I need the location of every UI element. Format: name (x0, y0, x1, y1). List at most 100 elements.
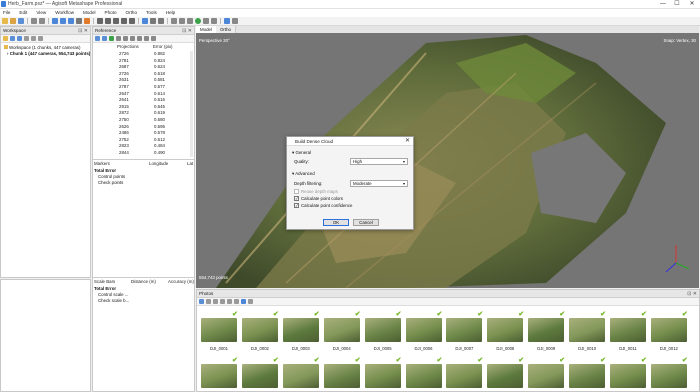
add-chunk-icon[interactable] (3, 36, 8, 41)
col-accuracy[interactable]: Accuracy (m) (168, 279, 194, 284)
mask-icon[interactable] (234, 299, 239, 304)
quality-select[interactable]: High ▾ (350, 158, 408, 165)
photo-thumbnail[interactable] (446, 364, 483, 388)
view-mode-icon[interactable] (241, 299, 246, 304)
menu-workflow[interactable]: Workflow (55, 9, 74, 17)
crop-icon[interactable] (105, 18, 111, 24)
select-icon[interactable] (52, 18, 58, 24)
col-error[interactable]: Error (pix) (153, 44, 173, 49)
add-folder-icon[interactable] (17, 36, 22, 41)
photo-thumbnail[interactable] (364, 318, 401, 342)
panel-close-icon[interactable]: ⊡ ✕ (687, 290, 697, 298)
photo-thumbnail[interactable] (405, 318, 442, 342)
zoom-in-icon[interactable] (113, 18, 119, 24)
close-button[interactable]: ✕ (685, 0, 699, 9)
view-estimated-icon[interactable] (137, 36, 142, 41)
photo-thumbnail[interactable] (364, 364, 401, 388)
view-details-icon[interactable] (248, 299, 253, 304)
navigation-icon[interactable] (76, 18, 82, 24)
add-photos-icon[interactable] (10, 36, 15, 41)
menu-view[interactable]: View (36, 9, 46, 17)
col-markers[interactable]: Markers (94, 161, 110, 166)
disable-icon[interactable] (38, 36, 43, 41)
undo-icon[interactable] (31, 18, 37, 24)
points-icon[interactable] (171, 18, 177, 24)
scrollbar[interactable] (190, 51, 193, 157)
photo-thumbnail[interactable] (528, 318, 565, 342)
remove-icon[interactable] (24, 36, 29, 41)
optimize-icon[interactable] (109, 36, 114, 41)
advanced-section[interactable]: ▾ Advanced (292, 171, 315, 177)
menu-edit[interactable]: Edit (19, 9, 27, 17)
export-icon[interactable] (102, 36, 107, 41)
reference-settings-icon[interactable] (151, 36, 156, 41)
view-errors-icon[interactable] (144, 36, 149, 41)
open-icon[interactable] (10, 18, 16, 24)
photo-thumbnail[interactable] (610, 318, 646, 342)
mesh-icon[interactable] (187, 18, 193, 24)
zoom-out-icon[interactable] (121, 18, 127, 24)
enable-icon[interactable] (31, 36, 36, 41)
photo-thumbnail[interactable] (323, 318, 360, 342)
update-icon[interactable] (116, 36, 121, 41)
photo-thumbnail[interactable] (241, 318, 278, 342)
photo-thumbnail[interactable] (487, 364, 524, 388)
photo-thumbnail[interactable] (282, 364, 319, 388)
minimize-button[interactable]: — (656, 0, 670, 9)
texture-icon[interactable] (195, 18, 201, 24)
cut-icon[interactable] (97, 18, 103, 24)
col-longitude[interactable]: Longitude (149, 161, 168, 166)
new-icon[interactable] (2, 18, 8, 24)
dialog-close-button[interactable]: ✕ (405, 137, 410, 146)
rotate-right-icon[interactable] (220, 299, 225, 304)
col-latitude[interactable]: Lat (187, 161, 193, 166)
import-icon[interactable] (95, 36, 100, 41)
menu-ortho[interactable]: Ortho (126, 9, 138, 17)
workspace-root[interactable]: Workspace (1 chunks, 447 cameras) (4, 45, 80, 50)
photo-thumbnail[interactable] (201, 318, 237, 342)
menu-file[interactable]: File (3, 9, 10, 17)
menu-tools[interactable]: Tools (146, 9, 157, 17)
menu-help[interactable]: Help (166, 9, 175, 17)
photo-thumbnail[interactable] (528, 364, 565, 388)
menu-photo[interactable]: Photo (105, 9, 117, 17)
tab-ortho[interactable]: Ortho (216, 26, 236, 33)
photo-thumbnail[interactable] (487, 318, 524, 342)
rect-select-icon[interactable] (60, 18, 66, 24)
general-section[interactable]: ▾ General (292, 150, 311, 156)
maximize-button[interactable]: ☐ (670, 0, 684, 9)
reset-filter-icon[interactable] (227, 299, 232, 304)
settings-icon[interactable] (232, 18, 238, 24)
view-source-icon[interactable] (130, 36, 135, 41)
panel-close-icon[interactable]: ⊡ ✕ (182, 27, 192, 35)
show-shapes-icon[interactable] (158, 18, 164, 24)
photo-thumbnail[interactable] (201, 364, 237, 388)
chunk-item[interactable]: › Chunk 1 (447 cameras, 554,743 points) (7, 51, 90, 56)
add-photo-icon[interactable] (199, 299, 204, 304)
circle-select-icon[interactable] (68, 18, 74, 24)
tiled-model-icon[interactable] (203, 18, 209, 24)
col-projections[interactable]: Projections (117, 44, 139, 49)
grid-icon[interactable] (224, 18, 230, 24)
photo-thumbnail[interactable] (405, 364, 442, 388)
photo-thumbnail[interactable] (650, 318, 687, 342)
rotate-left-icon[interactable] (213, 299, 218, 304)
photo-thumbnail[interactable] (446, 318, 483, 342)
depth-filtering-select[interactable]: Moderate ▾ (350, 180, 408, 187)
remove-photo-icon[interactable] (206, 299, 211, 304)
photo-thumbnail[interactable] (650, 364, 687, 388)
ruler-icon[interactable] (84, 18, 90, 24)
convert-icon[interactable] (123, 36, 128, 41)
reuse-depth-checkbox[interactable] (294, 189, 299, 194)
col-scalebars[interactable]: Scale Bars (94, 279, 115, 284)
panel-close-icon[interactable]: ⊡ ✕ (78, 27, 88, 35)
redo-icon[interactable] (39, 18, 45, 24)
model-viewport[interactable]: Model Ortho Perspective 30° Snap: Vertex… (196, 26, 699, 288)
dense-cloud-icon[interactable] (179, 18, 185, 24)
save-icon[interactable] (18, 18, 24, 24)
photo-thumbnail[interactable] (610, 364, 646, 388)
calc-confidence-checkbox[interactable]: ✓ (294, 203, 299, 208)
cancel-button[interactable]: Cancel (353, 219, 379, 226)
reset-view-icon[interactable] (129, 18, 135, 24)
show-cameras-icon[interactable] (142, 18, 148, 24)
